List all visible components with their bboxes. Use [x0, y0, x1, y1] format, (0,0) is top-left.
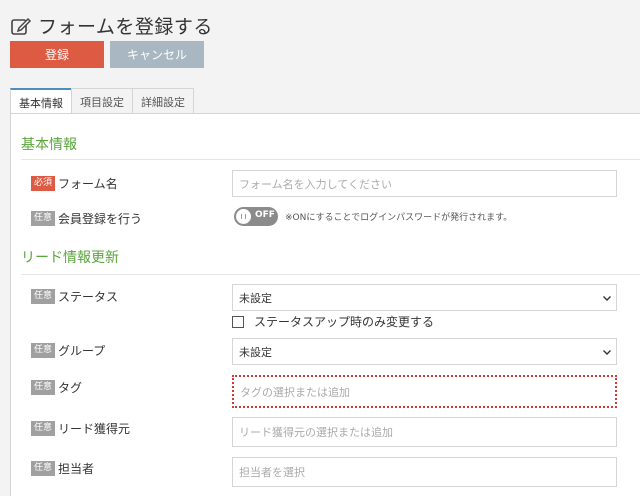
register-button[interactable]: 登録 [10, 41, 104, 68]
page-header: フォームを登録する 登録 キャンセル [0, 0, 640, 78]
lead-source-label: 任意 リード獲得元 [31, 420, 130, 437]
form-name-label-text: フォーム名 [58, 177, 118, 191]
group-label: 任意 グループ [31, 342, 105, 359]
status-select[interactable]: 未設定 [232, 284, 617, 311]
tab-item-settings[interactable]: 項目設定 [71, 88, 133, 114]
tag-label: 任意 タグ [31, 379, 82, 396]
status-select-value: 未設定 [239, 291, 272, 305]
group-select-value: 未設定 [239, 345, 272, 359]
member-registration-toggle-row: OFF ※ONにすることでログインパスワードが発行されます。 [234, 207, 512, 226]
form-name-label: 必須 フォーム名 [31, 175, 118, 192]
optional-badge: 任意 [31, 380, 56, 395]
group-label-text: グループ [58, 344, 106, 358]
tag-label-text: タグ [58, 381, 83, 395]
owner-input[interactable]: 担当者を選択 [232, 457, 617, 487]
section-divider [21, 274, 640, 275]
toggle-knob [236, 209, 251, 224]
form-name-input[interactable]: フォーム名を入力してください [232, 170, 617, 197]
member-registration-note: ※ONにすることでログインパスワードが発行されます。 [285, 213, 513, 223]
optional-badge: 任意 [31, 421, 56, 436]
tag-input[interactable]: タグの選択または追加 [232, 375, 617, 408]
edit-icon [11, 17, 32, 35]
status-up-only-label: ステータスアップ時のみ変更する [254, 315, 435, 329]
form-panel: 基本情報 必須 フォーム名 フォーム名を入力してください 任意 会員登録を行う … [10, 113, 640, 496]
optional-badge: 任意 [31, 461, 56, 476]
member-registration-label-text: 会員登録を行う [58, 212, 143, 226]
tab-basic-info[interactable]: 基本情報 [10, 88, 72, 115]
section-title-basic: 基本情報 [21, 137, 77, 153]
optional-badge: 任意 [31, 211, 56, 226]
optional-badge: 任意 [31, 343, 56, 358]
owner-label-text: 担当者 [58, 462, 95, 476]
status-label-text: ステータス [58, 290, 119, 304]
page-title: フォームを登録する [38, 16, 213, 38]
cancel-button[interactable]: キャンセル [110, 41, 204, 68]
chevron-down-icon [603, 295, 611, 301]
group-select[interactable]: 未設定 [232, 338, 617, 365]
lead-source-label-text: リード獲得元 [58, 422, 131, 436]
section-title-lead: リード情報更新 [21, 250, 119, 266]
optional-badge: 任意 [31, 289, 56, 304]
required-badge: 必須 [31, 176, 56, 191]
member-registration-label: 任意 会員登録を行う [31, 210, 142, 227]
tab-detail-settings[interactable]: 詳細設定 [132, 88, 194, 114]
toggle-state-text: OFF [255, 210, 275, 220]
lead-source-input[interactable]: リード獲得元の選択または追加 [232, 417, 617, 447]
title-row: フォームを登録する [10, 12, 213, 39]
chevron-down-icon [603, 349, 611, 355]
tab-bar: 基本情報 項目設定 詳細設定 [10, 88, 194, 115]
section-divider [21, 159, 640, 160]
status-up-only-row: ステータスアップ時のみ変更する [232, 313, 434, 330]
status-up-only-checkbox[interactable] [232, 315, 244, 328]
status-label: 任意 ステータス [31, 288, 118, 305]
member-registration-toggle[interactable]: OFF [234, 207, 278, 226]
owner-label: 任意 担当者 [31, 460, 94, 477]
